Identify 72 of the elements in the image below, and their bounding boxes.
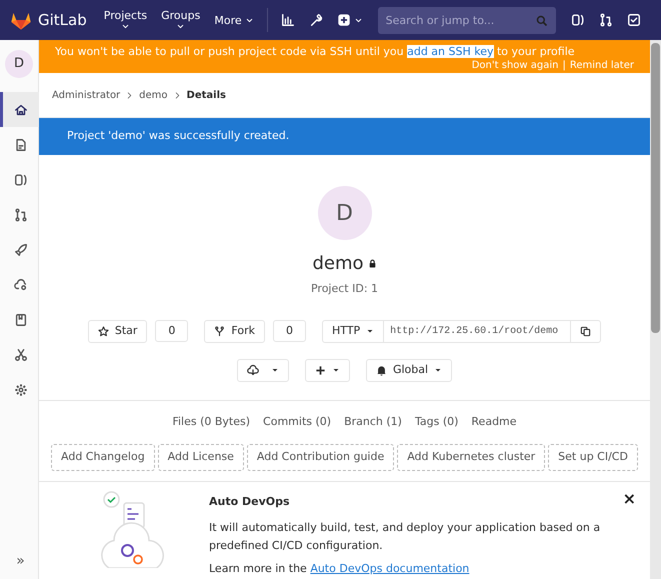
copy-url-button[interactable] [570,320,602,342]
breadcrumb-link[interactable]: Administrator [52,88,120,102]
chevron-right-icon [126,92,134,98]
flash-message: Project 'demo' was successfully created. [39,118,650,155]
brand-name[interactable]: GitLab [38,8,87,32]
caret-icon [366,327,374,335]
add-file-button[interactable]: Add License [158,444,244,471]
notification-dropdown[interactable]: Global [366,358,452,382]
rocket-icon [14,242,28,256]
nav-menu[interactable]: Projects [96,10,154,30]
issues-icon [570,13,585,27]
nav-menu[interactable]: More [207,14,261,26]
breadcrumb-link[interactable]: demo [139,88,168,102]
stat-link[interactable]: Readme [471,414,517,430]
project-avatar[interactable]: D [5,50,33,78]
book-icon [14,312,28,326]
cloud-download-icon [246,364,259,376]
fork-button[interactable]: Fork [204,320,265,342]
cloud-gear-icon [14,278,28,292]
learn-more-text: Learn more in the Auto DevOps documentation [209,560,470,577]
chevron-right-icon [174,92,181,98]
bar-chart-icon [280,13,295,27]
star-icon [98,326,109,336]
scrollbar[interactable] [650,40,661,579]
close-button[interactable]: × [622,491,636,508]
nav-menu[interactable]: Groups [154,10,208,30]
stat-link[interactable]: Commits (0) [263,414,332,430]
bell-icon [376,364,387,376]
star-count[interactable]: 0 [155,320,188,342]
project-avatar: D [318,186,372,240]
project-name: demo [312,252,364,276]
checkbox-icon [626,13,641,27]
collapse-sidebar-button[interactable]: » [0,544,38,579]
separator-text: | [562,60,566,70]
merge-request-icon [14,208,28,222]
add-file-button[interactable]: Set up CI/CD [548,444,638,471]
ssh-warning-text: You won't be able to pull or push project code via SSH until you add an SSH key to your profile [55,44,576,60]
auto-devops-description: It will automatically build, test, and deploy your application based on a predefined CI/CD configuration. [209,520,602,554]
project-id: Project ID: 1 [310,281,378,297]
fork-count[interactable]: 0 [272,320,306,342]
issues-icon [14,172,28,186]
stat-link[interactable]: Files (0 Bytes) [172,414,250,430]
add-file-button[interactable]: Add Contribution guide [246,444,394,471]
search-field[interactable]: Search or jump to... [378,6,556,34]
settings-icon [14,382,28,396]
home-icon [14,102,28,116]
scissors-icon [14,348,28,362]
caret-icon [332,366,340,374]
merge-request-icon [598,13,613,27]
add-file-button[interactable]: Add Changelog [51,444,155,471]
caret-icon [434,366,442,374]
plus-icon [314,364,326,376]
fork-icon [214,326,226,336]
auto-devops-title: Auto DevOps [209,494,290,510]
search-icon [536,14,548,26]
documentation-link[interactable]: Auto DevOps documentation [310,562,470,575]
add-dropdown[interactable] [304,358,350,382]
sidebar-item[interactable] [0,92,38,127]
stat-link[interactable]: Tags (0) [414,414,458,430]
plus-square-icon [336,13,351,27]
protocol-dropdown[interactable]: HTTP [322,320,384,342]
file-icon [14,138,28,152]
stat-link[interactable]: Branch (1) [344,414,402,430]
download-dropdown[interactable] [236,358,289,382]
clone-url-field[interactable]: http://172.25.60.1/root/demo [384,320,570,342]
wrench-icon [308,13,323,27]
breadcrumb-link[interactable]: Details [186,88,226,102]
copy-icon [580,326,592,336]
add-file-button[interactable]: Add Kubernetes cluster [397,444,546,471]
caret-icon [270,366,279,374]
add-ssh-key-link[interactable]: add an SSH key [407,45,494,58]
star-button[interactable]: Star [88,320,148,342]
